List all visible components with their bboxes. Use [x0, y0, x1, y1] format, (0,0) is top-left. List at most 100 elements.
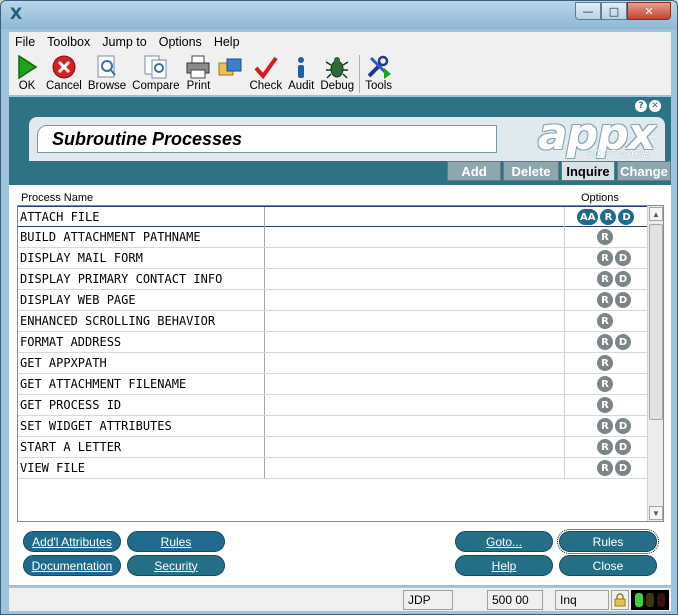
table-row[interactable]: DISPLAY PRIMARY CONTACT INFO R D [18, 269, 647, 290]
title-box: Subroutine Processes [37, 125, 497, 153]
option-badge-d[interactable]: D [615, 460, 631, 476]
help-button[interactable]: Help [455, 555, 553, 576]
compare-button[interactable]: Compare [129, 52, 182, 92]
process-name-cell: BUILD ATTACHMENT PATHNAME [20, 230, 201, 244]
option-badge-d[interactable]: D [615, 439, 631, 455]
table-row[interactable]: ENHANCED SCROLLING BEHAVIOR R [18, 311, 647, 332]
option-badge-d[interactable]: D [615, 250, 631, 266]
print-button[interactable]: Print [182, 52, 214, 92]
table-row[interactable]: GET APPXPATH R [18, 353, 647, 374]
option-badge-d[interactable]: D [615, 292, 631, 308]
table-row[interactable]: ATTACH FILE AA R D [18, 206, 647, 227]
process-name-cell: ENHANCED SCROLLING BEHAVIOR [20, 314, 216, 328]
menu-jump-to[interactable]: Jump to [96, 35, 152, 49]
goto-button[interactable]: Goto... [455, 531, 553, 552]
process-name-cell: DISPLAY WEB PAGE [20, 293, 136, 307]
tab-delete[interactable]: Delete [503, 161, 559, 181]
toolbar: OK Cancel Browse Compare Print Check Aud… [9, 52, 671, 96]
browse-button[interactable]: Browse [85, 52, 129, 92]
table-row[interactable]: GET ATTACHMENT FILENAME R [18, 374, 647, 395]
addl-attributes-button[interactable]: Add'l Attributes [23, 531, 121, 552]
lock-icon [611, 590, 629, 610]
menu-help[interactable]: Help [208, 35, 246, 49]
option-badge-d[interactable]: D [618, 209, 635, 225]
option-badge-r[interactable]: R [600, 209, 617, 225]
close-window-button[interactable]: ✕ [627, 2, 671, 20]
option-badge-aa[interactable]: AA [577, 209, 599, 225]
ok-button[interactable]: OK [11, 52, 43, 92]
check-button[interactable]: Check [246, 52, 285, 92]
row-options: RD [597, 250, 631, 266]
table-row[interactable]: DISPLAY MAIL FORM R D [18, 248, 647, 269]
option-badge-r[interactable]: R [597, 439, 613, 455]
status-bar: JDP 500 00 Inq [9, 587, 671, 611]
option-badge-r[interactable]: R [597, 292, 613, 308]
toolbar-separator [359, 55, 361, 93]
folders-button[interactable] [214, 52, 246, 80]
cancel-button[interactable]: Cancel [43, 52, 85, 92]
rules-right-button[interactable]: Rules [557, 529, 659, 554]
process-name-cell: VIEW FILE [20, 461, 86, 475]
option-badge-r[interactable]: R [597, 418, 613, 434]
option-badge-r[interactable]: R [597, 460, 613, 476]
minimize-button[interactable]: — [575, 2, 601, 20]
table-row[interactable]: VIEW FILE R D [18, 458, 647, 479]
compare-icon [143, 54, 169, 80]
option-badge-r[interactable]: R [597, 271, 613, 287]
tab-add[interactable]: Add [447, 161, 501, 181]
table-row[interactable]: BUILD ATTACHMENT PATHNAME R [18, 227, 647, 248]
process-name-cell: START A LETTER [20, 440, 122, 454]
row-options: R [597, 355, 613, 371]
option-badge-r[interactable]: R [597, 355, 613, 371]
rules-left-button[interactable]: Rules [127, 531, 225, 552]
table-row[interactable]: GET PROCESS ID R [18, 395, 647, 416]
column-divider [264, 269, 265, 289]
security-button[interactable]: Security [127, 555, 225, 576]
table-row[interactable]: FORMAT ADDRESS R D [18, 332, 647, 353]
app-window: X — □ ✕ File Toolbox Jump to Options Hel… [0, 0, 678, 615]
process-name-cell: GET PROCESS ID [20, 398, 122, 412]
table-row[interactable]: START A LETTER R D [18, 437, 647, 458]
option-badge-r[interactable]: R [597, 250, 613, 266]
tools-label: Tools [365, 80, 393, 92]
option-badge-r[interactable]: R [597, 313, 613, 329]
menu-options[interactable]: Options [153, 35, 208, 49]
tab-change[interactable]: Change [617, 161, 671, 181]
maximize-button[interactable]: □ [601, 2, 627, 20]
tools-button[interactable]: Tools [362, 52, 395, 92]
column-divider [564, 416, 565, 436]
help-label: Help [491, 558, 517, 573]
status-lights-icon [631, 590, 669, 610]
vertical-scrollbar[interactable]: ▲ ▼ [647, 206, 663, 521]
column-divider [264, 248, 265, 268]
documentation-button[interactable]: Documentation [23, 555, 121, 576]
option-badge-d[interactable]: D [615, 271, 631, 287]
tab-inquire[interactable]: Inquire [561, 161, 615, 181]
column-divider [264, 395, 265, 415]
column-divider [564, 353, 565, 373]
option-badge-r[interactable]: R [597, 229, 613, 245]
security-label: Security [154, 558, 198, 573]
table-row[interactable]: DISPLAY WEB PAGE R D [18, 290, 647, 311]
row-options: R [597, 313, 613, 329]
process-name-cell: SET WIDGET ATTRIBUTES [20, 419, 172, 433]
debug-button[interactable]: Debug [317, 52, 357, 92]
option-badge-r[interactable]: R [597, 397, 613, 413]
scroll-down-arrow-icon[interactable]: ▼ [649, 506, 663, 520]
close-button[interactable]: Close [559, 555, 657, 576]
option-badge-r[interactable]: R [597, 334, 613, 350]
option-badge-d[interactable]: D [615, 418, 631, 434]
option-badge-d[interactable]: D [615, 334, 631, 350]
row-options: R [597, 229, 613, 245]
table-row[interactable]: SET WIDGET ATTRIBUTES R D [18, 416, 647, 437]
option-badge-r[interactable]: R [597, 376, 613, 392]
scroll-up-arrow-icon[interactable]: ▲ [649, 207, 663, 221]
audit-button[interactable]: Audit [285, 52, 317, 92]
menu-toolbox[interactable]: Toolbox [41, 35, 96, 49]
column-divider [264, 227, 265, 247]
status-user: JDP [403, 590, 453, 610]
scroll-thumb[interactable] [649, 224, 663, 420]
check-label: Check [249, 80, 283, 92]
documentation-label: Documentation [31, 558, 113, 573]
menu-file[interactable]: File [9, 35, 41, 49]
